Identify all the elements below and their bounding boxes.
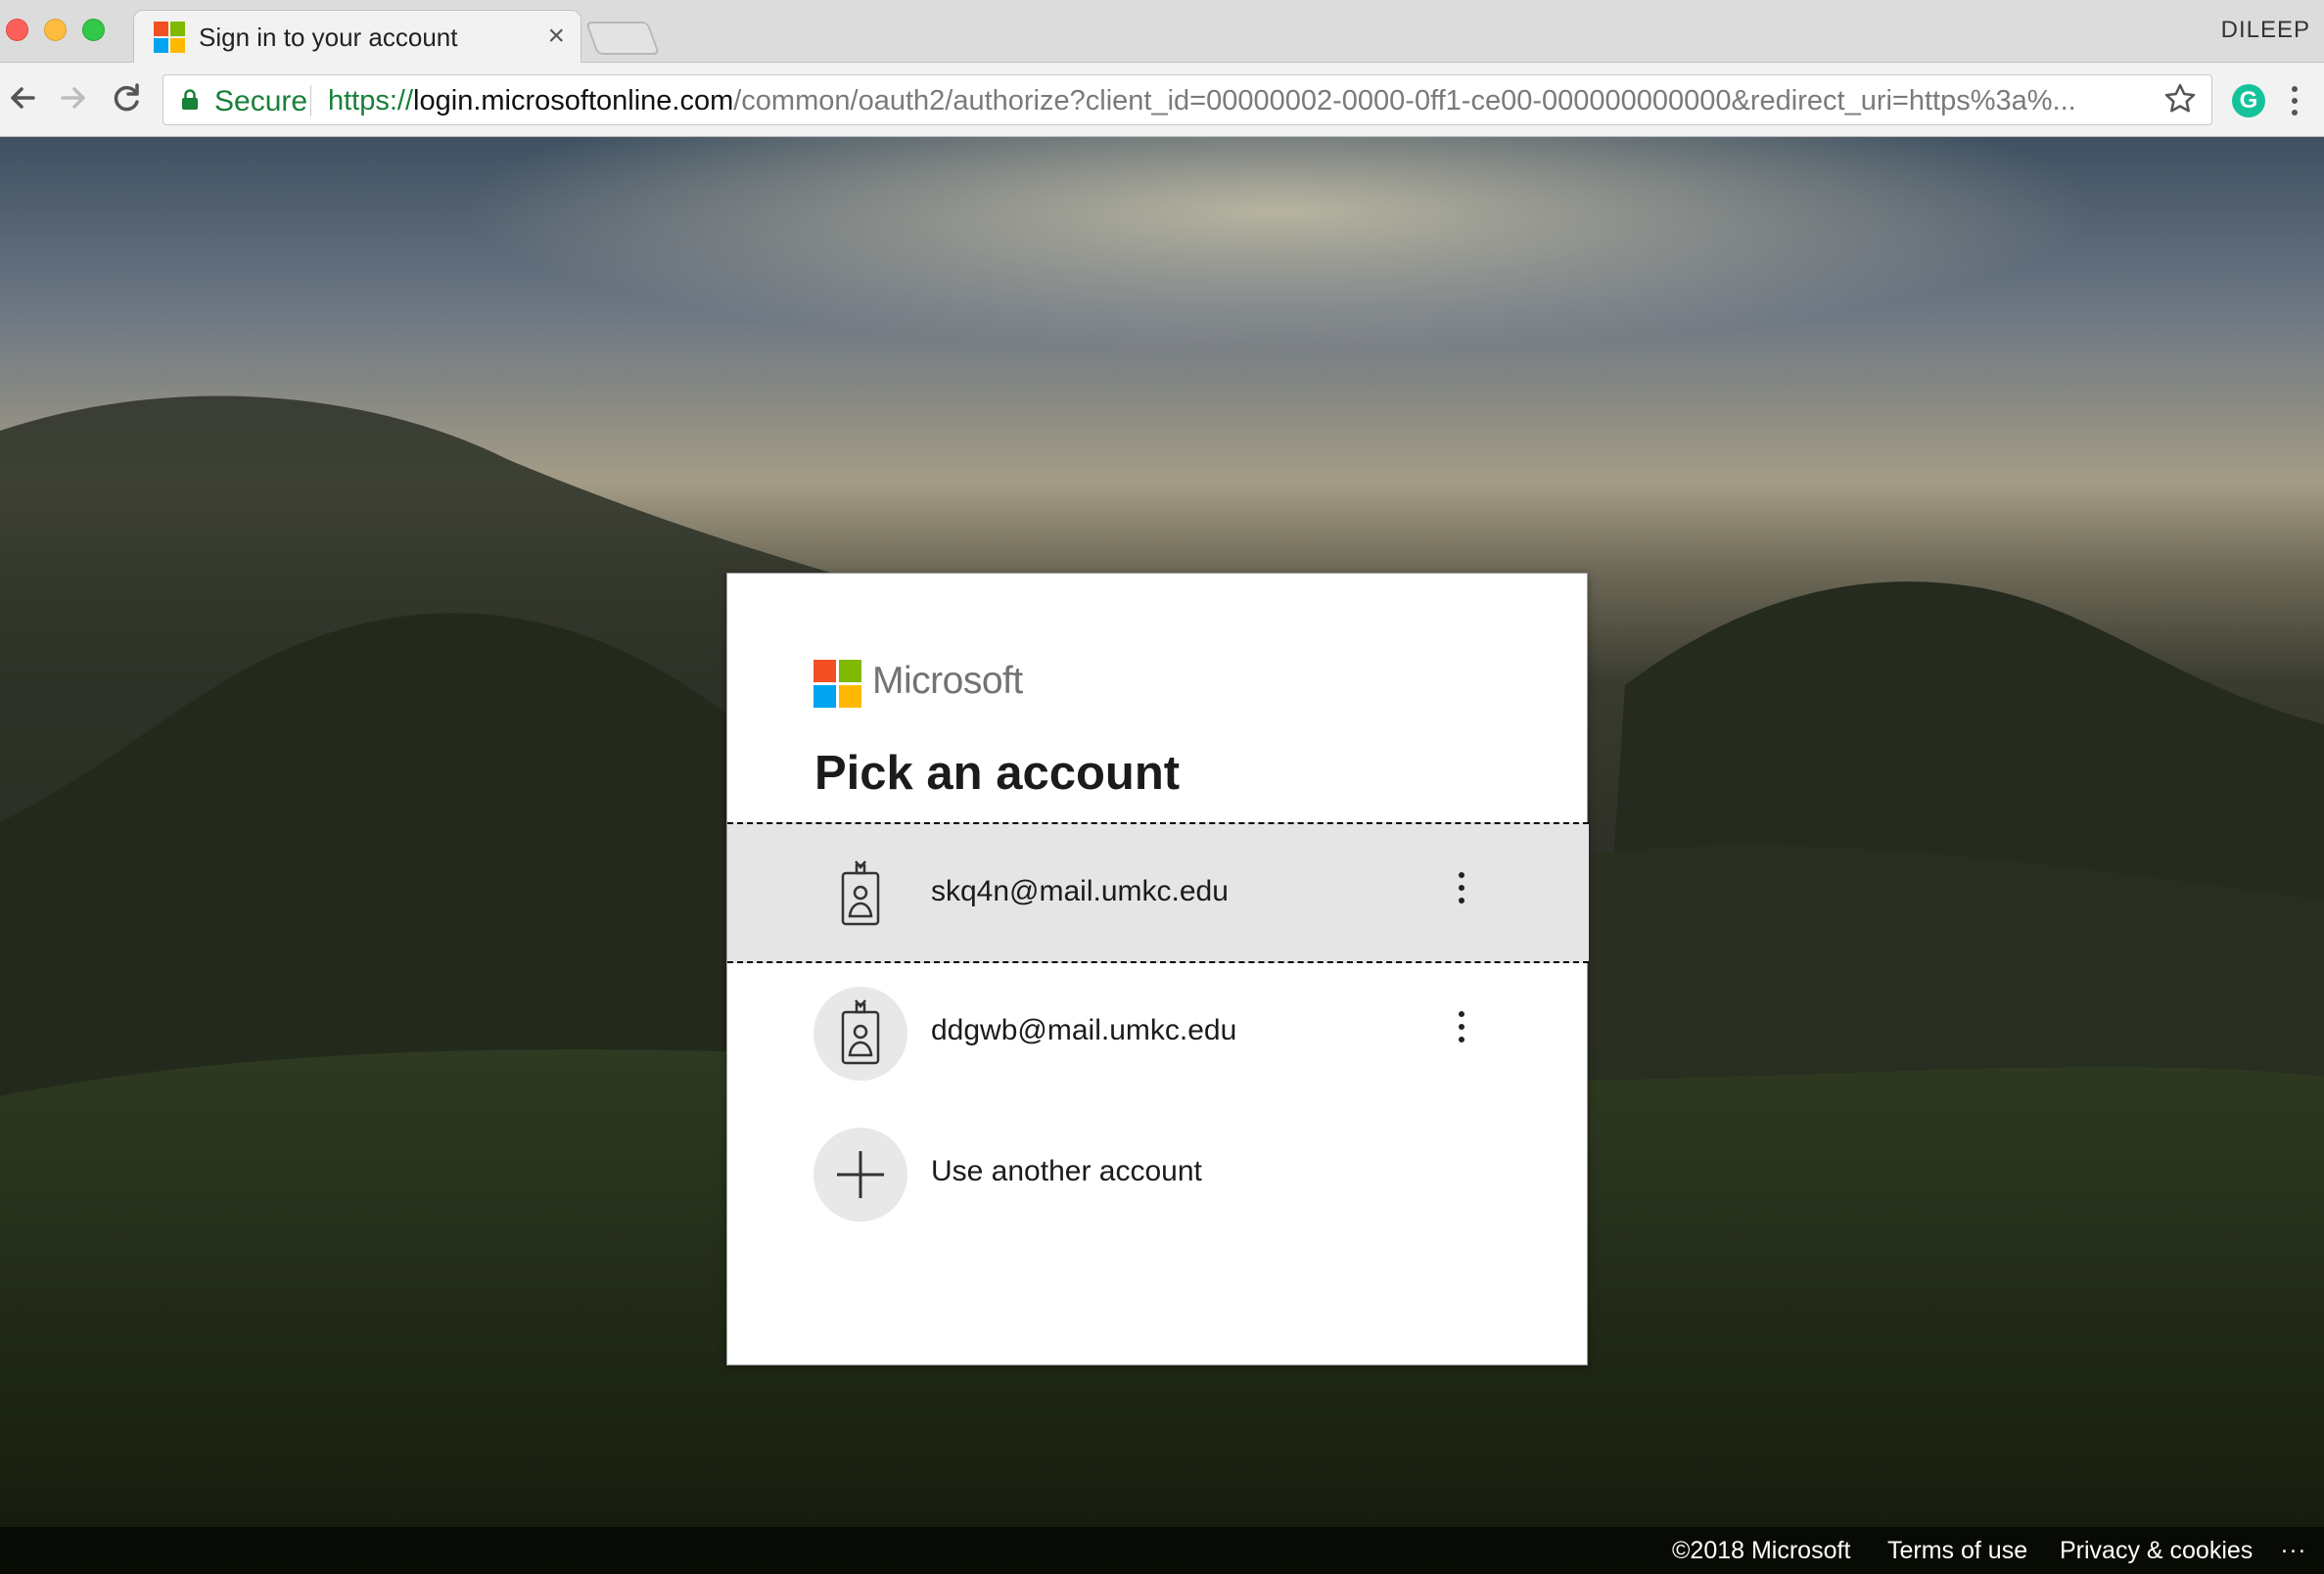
address-separator bbox=[310, 85, 311, 116]
bookmark-star-icon[interactable] bbox=[2163, 82, 2197, 116]
microsoft-logo-icon bbox=[813, 660, 862, 709]
background-landscape: Microsoft Pick an account skq4n@mail.umk… bbox=[0, 137, 2324, 1574]
badge-avatar-icon bbox=[813, 987, 907, 1081]
url-path: /common/oauth2/authorize?client_id=00000… bbox=[733, 85, 2076, 116]
tab-strip: Sign in to your account × DILEEP bbox=[0, 0, 2324, 64]
sign-in-dialog: Microsoft Pick an account skq4n@mail.umk… bbox=[726, 573, 1589, 1366]
profile-name[interactable]: DILEEP bbox=[2221, 17, 2310, 44]
secure-label: Secure bbox=[214, 85, 308, 117]
account-email: skq4n@mail.umkc.edu bbox=[931, 875, 1229, 907]
browser-chrome: Sign in to your account × DILEEP Secure … bbox=[0, 0, 2324, 137]
window-maximize-button[interactable] bbox=[82, 19, 105, 41]
terms-of-use-link[interactable]: Terms of use bbox=[1887, 1537, 2027, 1565]
plus-icon bbox=[813, 1128, 907, 1222]
account-tile-2[interactable]: ddgwb@mail.umkc.edu bbox=[727, 963, 1589, 1104]
arrow-left-icon bbox=[11, 87, 35, 109]
browser-toolbar: Secure https://login.microsoftonline.com… bbox=[0, 63, 2324, 137]
arrow-right-icon bbox=[61, 87, 85, 109]
account-options-icon[interactable] bbox=[1442, 865, 1481, 924]
footer-more-icon[interactable]: ... bbox=[2281, 1531, 2307, 1559]
page-footer: ©2018 Microsoft Terms of use Privacy & c… bbox=[0, 1527, 2324, 1574]
account-email: ddgwb@mail.umkc.edu bbox=[931, 1014, 1237, 1046]
use-another-account-label: Use another account bbox=[931, 1155, 1202, 1187]
back-button[interactable] bbox=[2, 76, 45, 119]
use-another-account-button[interactable]: Use another account bbox=[727, 1104, 1589, 1245]
tab-sign-in[interactable]: Sign in to your account × bbox=[133, 10, 581, 64]
reload-icon bbox=[114, 83, 139, 112]
copyright-text: ©2018 Microsoft bbox=[1672, 1537, 1851, 1564]
badge-avatar-icon bbox=[813, 848, 907, 942]
account-options-icon[interactable] bbox=[1442, 1004, 1481, 1063]
tab-close-icon[interactable]: × bbox=[547, 19, 565, 54]
account-tile-1[interactable]: skq4n@mail.umkc.edu bbox=[727, 822, 1589, 963]
microsoft-favicon-icon bbox=[154, 22, 185, 53]
new-tab-button[interactable] bbox=[584, 22, 661, 55]
page-title: Pick an account bbox=[814, 747, 1181, 800]
address-bar[interactable]: Secure https://login.microsoftonline.com… bbox=[163, 74, 2212, 125]
forward-button[interactable] bbox=[51, 76, 94, 119]
grammarly-extension-icon[interactable]: G bbox=[2232, 84, 2265, 117]
reload-button[interactable] bbox=[106, 76, 149, 119]
window-close-button[interactable] bbox=[6, 19, 28, 41]
microsoft-wordmark: Microsoft bbox=[872, 660, 1023, 702]
tab-title: Sign in to your account bbox=[199, 23, 458, 52]
browser-menu-icon[interactable] bbox=[2287, 84, 2302, 117]
lock-icon bbox=[182, 89, 198, 110]
url-host: login.microsoftonline.com bbox=[413, 85, 734, 116]
window-minimize-button[interactable] bbox=[44, 19, 67, 41]
url-scheme: https:// bbox=[328, 85, 414, 116]
url-text: https://login.microsoftonline.com/common… bbox=[328, 85, 2076, 117]
privacy-cookies-link[interactable]: Privacy & cookies bbox=[2060, 1537, 2253, 1565]
